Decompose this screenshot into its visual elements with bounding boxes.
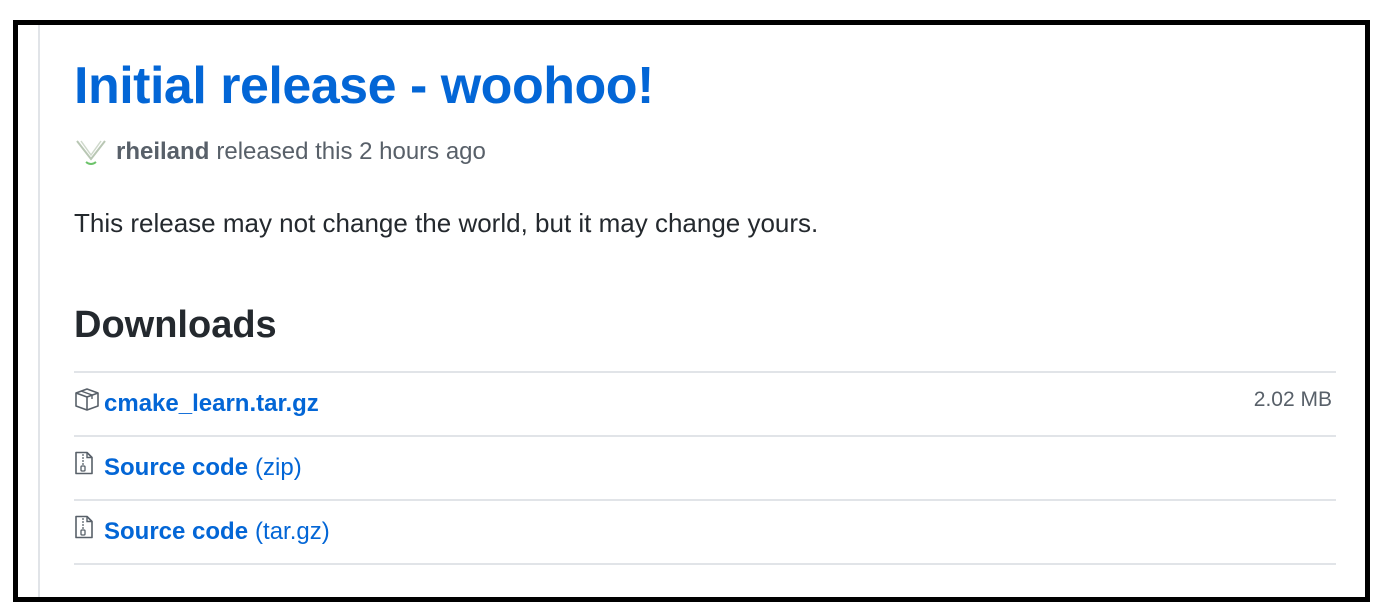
- release-time-text: released this 2 hours ago: [216, 138, 486, 165]
- asset-link-source-tar-gz[interactable]: Source code (tar.gz): [74, 515, 330, 546]
- asset-row: cmake_learn.tar.gz 2.02 MB: [74, 371, 1336, 435]
- asset-format: (tar.gz): [255, 518, 330, 545]
- file-zip-icon: [74, 515, 98, 541]
- asset-name: Source code: [104, 518, 249, 545]
- author-link[interactable]: rheiland: [116, 138, 209, 166]
- release-title[interactable]: Initial release - woohoo!: [74, 53, 654, 119]
- asset-size: 2.02 MB: [1253, 388, 1332, 411]
- asset-link-source-zip[interactable]: Source code (zip): [74, 451, 302, 482]
- asset-row: Source code (tar.gz): [74, 499, 1336, 565]
- asset-name: Source code: [104, 454, 249, 481]
- release-card: Initial release - woohoo! rheiland relea…: [13, 20, 1370, 602]
- asset-list: cmake_learn.tar.gz 2.02 MB Source code (…: [74, 371, 1336, 565]
- asset-format: (zip): [255, 454, 302, 481]
- downloads-heading: Downloads: [74, 304, 277, 346]
- release-meta: rheiland released this 2 hours ago: [74, 134, 486, 170]
- package-icon: [74, 387, 99, 413]
- avatar[interactable]: [74, 135, 108, 169]
- asset-name: cmake_learn.tar.gz: [104, 390, 319, 417]
- release-description: This release may not change the world, b…: [74, 208, 819, 238]
- timeline-rule: [38, 25, 40, 597]
- asset-row: Source code (zip): [74, 435, 1336, 499]
- file-zip-icon: [74, 451, 98, 477]
- asset-link-cmake-learn[interactable]: cmake_learn.tar.gz: [74, 387, 319, 418]
